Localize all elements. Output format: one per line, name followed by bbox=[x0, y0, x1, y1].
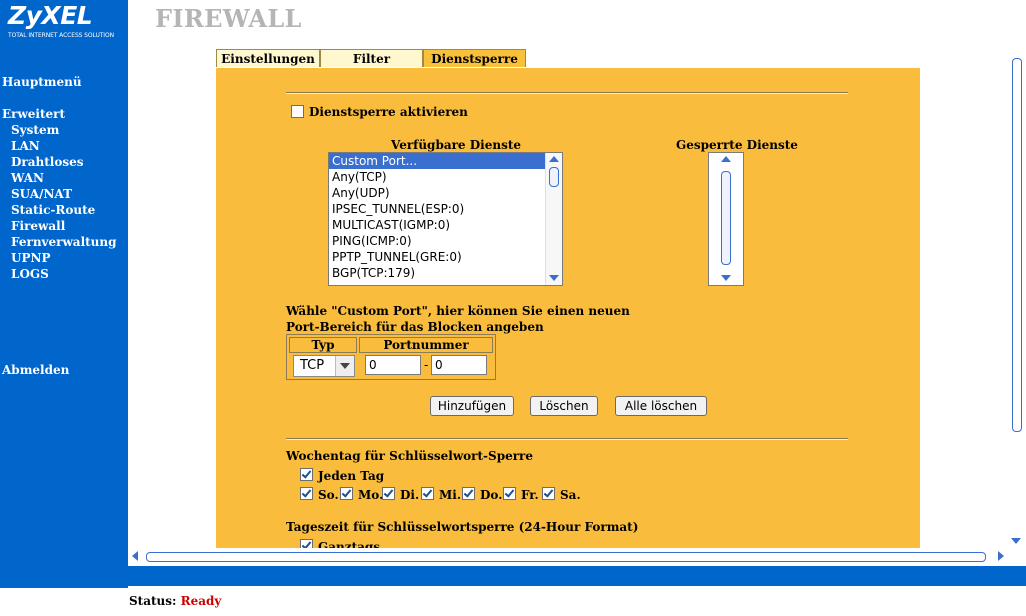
scroll-up-icon[interactable] bbox=[721, 156, 731, 162]
port-from-input[interactable]: 0 bbox=[365, 355, 421, 375]
port-type-value: TCP bbox=[300, 358, 325, 373]
list-item[interactable]: MULTICAST(IGMP:0) bbox=[329, 217, 562, 233]
list-item[interactable]: Any(UDP) bbox=[329, 185, 562, 201]
day-label-wed: Mi. bbox=[439, 488, 462, 502]
day-checkbox-wed[interactable] bbox=[421, 487, 434, 500]
nav-logout[interactable]: Abmelden bbox=[2, 362, 69, 378]
all-day-label: Ganztags bbox=[318, 540, 381, 548]
status-label: Status: bbox=[129, 594, 177, 608]
enable-service-block-label: Dienstsperre aktivieren bbox=[309, 105, 468, 119]
scroll-thumb[interactable] bbox=[549, 167, 559, 187]
nav-item-sua-nat[interactable]: SUA/NAT bbox=[11, 186, 72, 202]
available-list-scrollbar[interactable] bbox=[545, 153, 562, 285]
port-to-input[interactable]: 0 bbox=[431, 355, 487, 375]
scroll-down-icon[interactable] bbox=[549, 275, 559, 281]
status-bar: Status: Ready bbox=[129, 594, 221, 608]
day-checkbox-mon[interactable] bbox=[340, 487, 353, 500]
status-value: Ready bbox=[180, 594, 222, 608]
logo-tagline: TOTAL INTERNET ACCESS SOLUTION bbox=[8, 32, 114, 39]
scroll-thumb[interactable] bbox=[1012, 58, 1022, 432]
tab-settings[interactable]: Einstellungen bbox=[216, 49, 320, 67]
nav-item-remote-management[interactable]: Fernverwaltung bbox=[11, 234, 117, 250]
day-label-fri: Fr. bbox=[521, 488, 539, 502]
sidebar: ZyXEL TOTAL INTERNET ACCESS SOLUTION Hau… bbox=[0, 0, 128, 588]
port-type-select[interactable]: TCP bbox=[293, 355, 355, 377]
day-checkbox-thu[interactable] bbox=[462, 487, 475, 500]
nav-item-logs[interactable]: LOGS bbox=[11, 266, 49, 282]
tab-filter[interactable]: Filter bbox=[320, 49, 423, 67]
time-of-day-title: Tageszeit für Schlüsselwortsperre (24-Ho… bbox=[286, 520, 639, 534]
weekday-title: Wochentag für Schlüsselwort-Sperre bbox=[286, 449, 534, 463]
list-item[interactable]: BGP(TCP:179) bbox=[329, 265, 562, 281]
zyxel-logo: ZyXEL bbox=[8, 1, 93, 30]
scroll-up-icon[interactable] bbox=[549, 156, 559, 162]
add-button[interactable]: Hinzufügen bbox=[430, 396, 514, 416]
delete-all-button[interactable]: Alle löschen bbox=[615, 396, 707, 416]
available-services-list[interactable]: Custom Port... Any(TCP) Any(UDP) IPSEC_T… bbox=[328, 152, 563, 286]
scroll-left-icon[interactable] bbox=[132, 551, 138, 561]
col-header-port: Portnummer bbox=[359, 337, 493, 353]
enable-service-block-checkbox[interactable] bbox=[291, 105, 304, 118]
nav-item-static-route[interactable]: Static-Route bbox=[11, 202, 95, 218]
page-horizontal-scrollbar[interactable] bbox=[128, 549, 1008, 565]
scroll-right-icon[interactable] bbox=[998, 551, 1004, 561]
nav-item-system[interactable]: System bbox=[11, 122, 59, 138]
nav-main-menu[interactable]: Hauptmenü bbox=[2, 74, 82, 90]
nav-item-upnp[interactable]: UPNP bbox=[11, 250, 50, 266]
custom-port-hint-line2: Port-Bereich für das Blocken angeben bbox=[286, 320, 544, 334]
nav-item-wireless[interactable]: Drahtloses bbox=[11, 154, 83, 170]
every-day-checkbox[interactable] bbox=[300, 468, 313, 481]
port-range-separator: - bbox=[424, 358, 429, 372]
blocked-services-title: Gesperrte Dienste bbox=[676, 138, 798, 152]
tab-bar: Einstellungen Filter Dienstsperre bbox=[216, 49, 526, 68]
nav-item-lan[interactable]: LAN bbox=[11, 138, 40, 154]
list-item[interactable]: Custom Port... bbox=[329, 153, 562, 169]
scroll-thumb[interactable] bbox=[146, 552, 986, 562]
divider bbox=[286, 438, 848, 440]
custom-port-table: Typ Portnummer TCP 0 - 0 bbox=[286, 334, 496, 380]
divider bbox=[286, 92, 848, 94]
scroll-down-icon[interactable] bbox=[1011, 538, 1021, 544]
day-label-mon: Mo. bbox=[358, 488, 384, 502]
all-day-checkbox[interactable] bbox=[300, 539, 313, 548]
custom-port-hint-line1: Wähle "Custom Port", hier können Sie ein… bbox=[286, 304, 630, 318]
day-label-sat: Sa. bbox=[560, 488, 581, 502]
list-item[interactable]: PING(ICMP:0) bbox=[329, 233, 562, 249]
day-checkbox-tue[interactable] bbox=[382, 487, 395, 500]
day-checkbox-sun[interactable] bbox=[300, 487, 313, 500]
scroll-down-icon[interactable] bbox=[721, 275, 731, 281]
day-checkbox-fri[interactable] bbox=[503, 487, 516, 500]
day-label-sun: So. bbox=[318, 488, 339, 502]
list-item[interactable]: Any(TCP) bbox=[329, 169, 562, 185]
page-title: FIREWALL bbox=[155, 4, 302, 33]
day-label-tue: Di. bbox=[400, 488, 420, 502]
list-item[interactable]: PPTP_TUNNEL(GRE:0) bbox=[329, 249, 562, 265]
day-label-thu: Do. bbox=[480, 488, 503, 502]
chevron-down-icon[interactable] bbox=[335, 356, 354, 376]
blocked-services-list[interactable] bbox=[708, 152, 744, 286]
tab-service-block[interactable]: Dienstsperre bbox=[423, 49, 526, 67]
every-day-label: Jeden Tag bbox=[318, 469, 385, 483]
day-checkbox-sat[interactable] bbox=[542, 487, 555, 500]
list-item[interactable]: IPSEC_TUNNEL(ESP:0) bbox=[329, 201, 562, 217]
nav-item-wan[interactable]: WAN bbox=[11, 170, 44, 186]
nav-item-firewall[interactable]: Firewall bbox=[11, 218, 65, 234]
footer-bar bbox=[128, 566, 1026, 586]
scroll-thumb[interactable] bbox=[721, 171, 731, 265]
available-services-title: Verfügbare Dienste bbox=[391, 138, 522, 152]
page-vertical-scrollbar[interactable] bbox=[1008, 50, 1024, 550]
col-header-type: Typ bbox=[289, 337, 357, 353]
content-panel: Dienstsperre aktivieren Verfügbare Diens… bbox=[216, 68, 920, 548]
blocked-list-scrollbar[interactable] bbox=[709, 153, 743, 285]
nav-advanced[interactable]: Erweitert bbox=[2, 106, 65, 122]
delete-button[interactable]: Löschen bbox=[530, 396, 598, 416]
